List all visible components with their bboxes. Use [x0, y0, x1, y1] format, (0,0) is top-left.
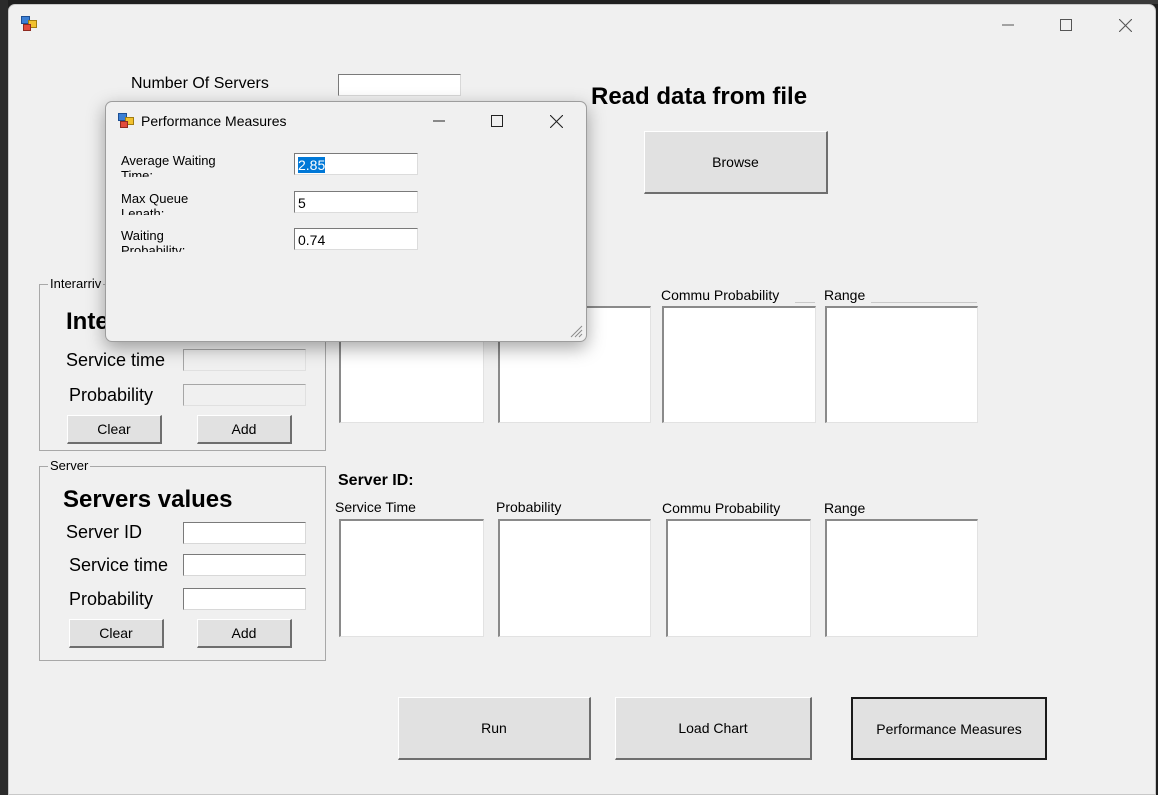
minimize-icon: [1002, 24, 1014, 26]
interarrival-probability-label: Probability: [69, 385, 154, 405]
dialog-close-button[interactable]: [527, 102, 585, 140]
interarrival-range-header: Range: [824, 287, 866, 303]
server-id-label: Server ID: [66, 522, 143, 542]
waiting-probability-label-line1: Waiting: [121, 228, 164, 243]
load-chart-button[interactable]: Load Chart: [615, 697, 812, 760]
performance-measures-button[interactable]: Performance Measures: [851, 697, 1047, 760]
server-probability-header: Probability: [496, 499, 562, 515]
average-waiting-time-field[interactable]: 2.85: [294, 153, 418, 175]
max-queue-length-field[interactable]: 5: [294, 191, 418, 213]
number-of-servers-input[interactable]: [338, 74, 461, 96]
minimize-button[interactable]: [979, 5, 1037, 45]
max-queue-length-value: 5: [298, 195, 306, 211]
server-id-table-label: Server ID:: [338, 472, 414, 489]
maximize-button[interactable]: [1037, 5, 1095, 45]
close-icon: [549, 114, 563, 128]
servers-values-heading: Servers values: [63, 486, 233, 513]
server-probability-input[interactable]: [183, 588, 306, 610]
server-commu-probability-list[interactable]: [666, 519, 811, 637]
number-of-servers-label: Number Of Servers: [131, 75, 269, 92]
server-probability-list[interactable]: [498, 519, 651, 637]
resize-grip-icon[interactable]: [568, 323, 584, 339]
read-data-heading: Read data from file: [591, 83, 808, 110]
server-service-time-list[interactable]: [339, 519, 484, 637]
close-button[interactable]: [1096, 5, 1154, 45]
waiting-probability-field[interactable]: 0.74: [294, 228, 418, 250]
app-icon: [21, 16, 37, 32]
interarrival-commu-header-line: [795, 302, 815, 303]
max-queue-length-label-line2: Lenath:: [121, 206, 165, 215]
server-service-time-label: Service time: [69, 555, 169, 575]
dialog-minimize-button[interactable]: [410, 102, 468, 140]
waiting-probability-value: 0.74: [298, 232, 326, 248]
server-id-input[interactable]: [183, 522, 306, 544]
background-window-edge: [0, 0, 8, 795]
maximize-icon: [491, 115, 503, 127]
interarrival-heading: Inte: [66, 308, 109, 335]
server-range-header: Range: [824, 500, 866, 516]
server-commu-probability-header: Commu Probability: [662, 500, 781, 516]
interarrival-range-list[interactable]: [825, 306, 978, 423]
maximize-icon: [1060, 19, 1072, 31]
performance-measures-dialog: Performance Measures Average Waiting Tim…: [105, 101, 587, 342]
waiting-probability-label: Waiting Probabilitv:: [121, 228, 185, 252]
dialog-app-icon: [118, 113, 134, 129]
server-service-time-header: Service Time: [335, 499, 416, 515]
max-queue-length-label-line1: Max Queue: [121, 191, 189, 206]
average-waiting-time-label: Average Waiting Time:: [121, 153, 216, 177]
interarrival-add-button[interactable]: Add: [197, 415, 292, 444]
server-add-button[interactable]: Add: [197, 619, 292, 648]
close-icon: [1118, 18, 1132, 32]
average-waiting-time-label-line1: Average Waiting: [121, 153, 216, 168]
dialog-maximize-button[interactable]: [468, 102, 526, 140]
server-range-list[interactable]: [825, 519, 978, 637]
run-button[interactable]: Run: [398, 697, 591, 760]
server-group-title: Server: [48, 458, 91, 473]
waiting-probability-label-line2: Probabilitv:: [121, 243, 186, 252]
dialog-title: Performance Measures: [141, 113, 287, 129]
average-waiting-time-label-line2: Time:: [121, 168, 154, 177]
interarrival-group-title: Interarriv: [48, 276, 104, 291]
interarrival-service-time-label: Service time: [66, 350, 166, 370]
minimize-icon: [433, 120, 445, 122]
interarrival-probability-input[interactable]: [183, 384, 306, 406]
interarrival-commu-probability-list[interactable]: [662, 306, 816, 423]
server-service-time-input[interactable]: [183, 554, 306, 576]
server-clear-button[interactable]: Clear: [69, 619, 164, 648]
interarrival-service-time-input[interactable]: [183, 349, 306, 371]
average-waiting-time-value: 2.85: [298, 157, 326, 173]
interarrival-range-header-line: [871, 302, 977, 303]
browse-button[interactable]: Browse: [644, 131, 828, 194]
max-queue-length-label: Max Queue Lenath:: [121, 191, 188, 215]
interarrival-commu-probability-header: Commu Probability: [661, 287, 780, 303]
server-probability-label: Probability: [69, 589, 154, 609]
interarrival-clear-button[interactable]: Clear: [67, 415, 162, 444]
